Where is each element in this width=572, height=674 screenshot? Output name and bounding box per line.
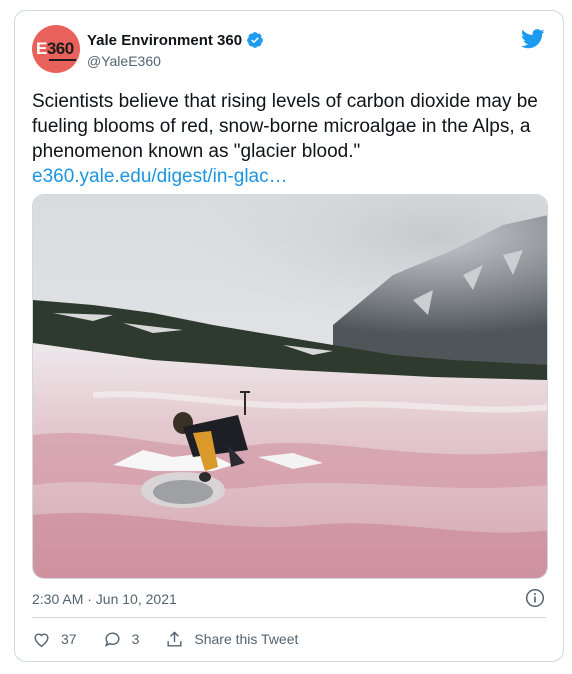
author-row: Yale Environment 360 (87, 31, 264, 49)
reply-button[interactable]: 3 (103, 630, 140, 649)
like-button[interactable]: 37 (32, 630, 77, 649)
tweet-link[interactable]: e360.yale.edu/digest/in-glac… (32, 164, 552, 189)
tweet-actions: 37 3 Share this Tweet (32, 629, 324, 649)
tweet-photo[interactable] (32, 194, 548, 579)
avatar-logo-underline (49, 59, 76, 61)
info-icon[interactable] (525, 588, 545, 608)
share-icon (167, 630, 182, 647)
glacier-photo-image (33, 195, 547, 578)
verified-badge-icon (247, 32, 263, 48)
twitter-bird-icon[interactable] (521, 29, 545, 49)
share-button[interactable]: Share this Tweet (165, 630, 298, 649)
author-handle[interactable]: @YaleE360 (87, 53, 161, 69)
share-label: Share this Tweet (194, 631, 299, 647)
reply-icon (104, 631, 120, 647)
tweet-timestamp[interactable]: 2:30 AM · Jun 10, 2021 (32, 591, 177, 607)
tweet-card: E360 Yale Environment 360 @YaleE360 Scie… (14, 10, 564, 662)
heart-icon (34, 633, 49, 647)
divider (32, 617, 546, 618)
like-count: 37 (61, 631, 77, 647)
avatar-logo: E360 (36, 39, 74, 58)
avatar[interactable]: E360 (32, 25, 80, 73)
display-name[interactable]: Yale Environment 360 (87, 32, 242, 49)
tweet-body: Scientists believe that rising levels of… (32, 89, 552, 189)
reply-count: 3 (131, 631, 140, 647)
tweet-text: Scientists believe that rising levels of… (32, 91, 538, 162)
